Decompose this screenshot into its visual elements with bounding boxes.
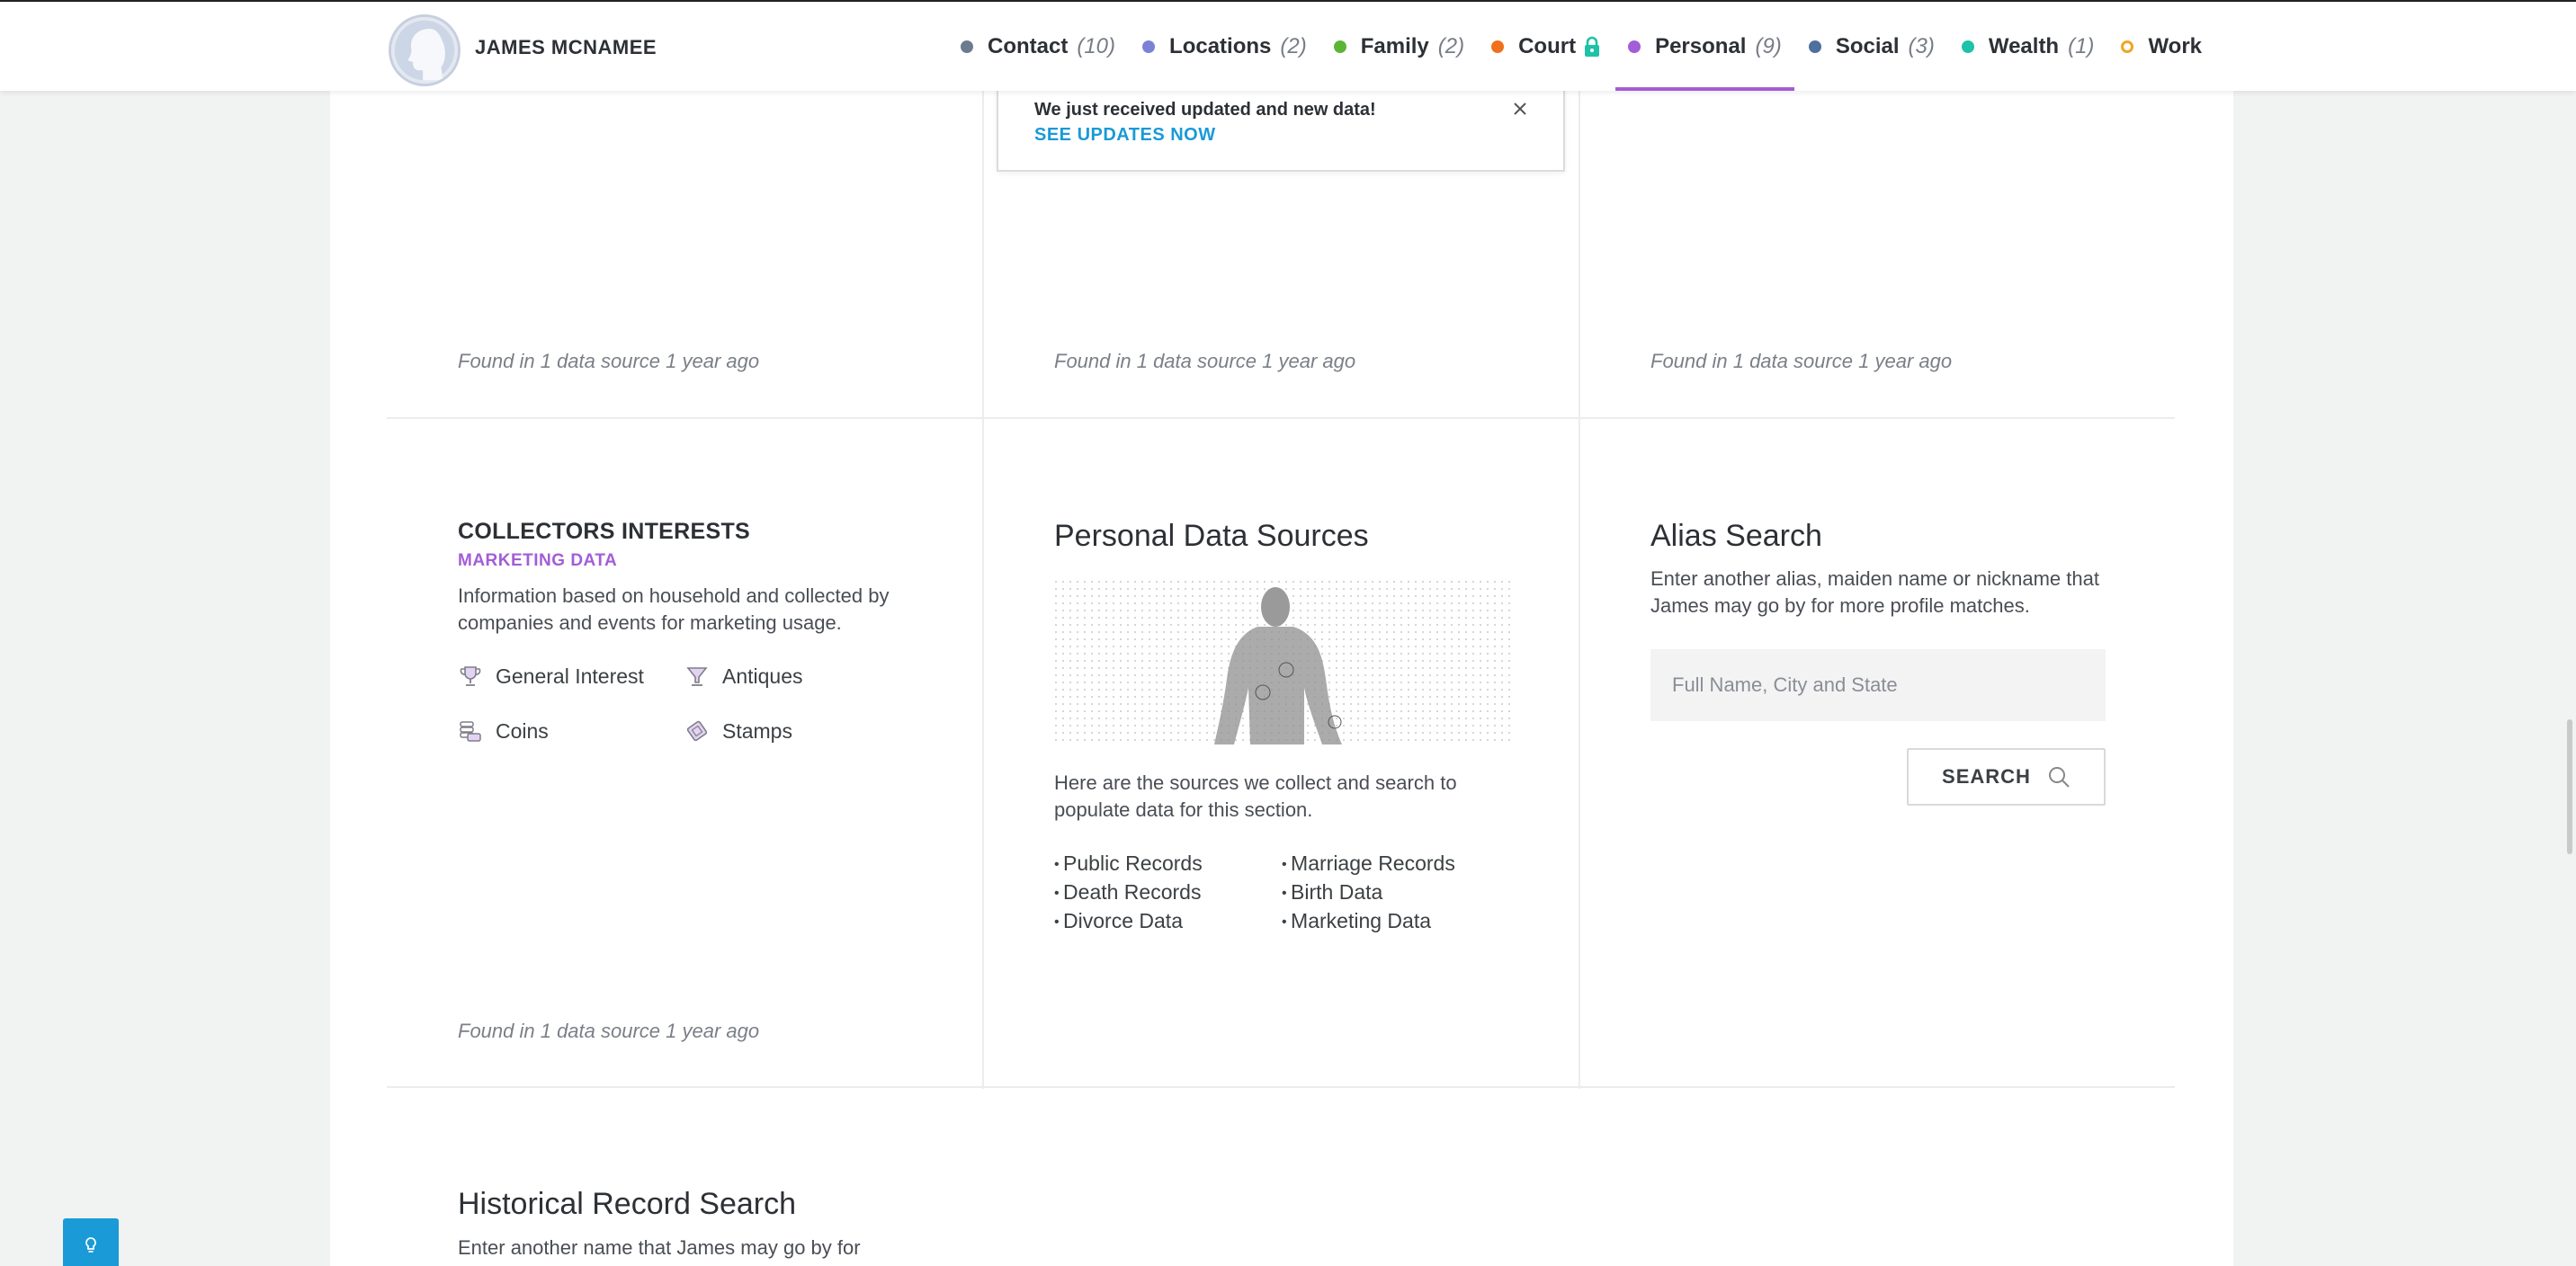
data-sources-title: Personal Data Sources: [1054, 519, 1369, 553]
alias-search-title: Alias Search: [1650, 519, 1822, 553]
close-icon[interactable]: [1509, 98, 1531, 120]
page-scrollbar[interactable]: [2567, 719, 2572, 854]
nav-contact[interactable]: Contact (10): [961, 2, 1115, 91]
profile-avatar: [389, 14, 461, 86]
social-dot-icon: [1808, 40, 1821, 53]
nav-social[interactable]: Social (3): [1808, 2, 1935, 91]
locations-dot-icon: [1142, 40, 1156, 53]
source-item: Birth Data: [1282, 878, 1455, 907]
notification-message: We just received updated and new data!: [1034, 100, 1376, 120]
nav-count: (9): [1755, 33, 1782, 58]
help-button[interactable]: [63, 1218, 119, 1266]
personal-dot-icon: [1628, 40, 1641, 53]
lightbulb-icon: [85, 1237, 96, 1253]
lock-icon: [1583, 36, 1601, 58]
historical-search-title: Historical Record Search: [458, 1187, 797, 1221]
nav-count: (1): [2068, 33, 2095, 58]
nav-label: Social: [1835, 33, 1900, 58]
source-item: Divorce Data: [1054, 907, 1203, 936]
source-item: Death Records: [1054, 878, 1203, 907]
source-item: Marriage Records: [1282, 850, 1455, 878]
alias-search-description: Enter another alias, maiden name or nick…: [1650, 567, 2099, 617]
found-in-source: Found in 1 data source 1 year ago: [1650, 350, 1953, 372]
nav-locations[interactable]: Locations (2): [1142, 2, 1307, 91]
search-icon: [2048, 767, 2070, 788]
nav-count: (10): [1077, 33, 1116, 58]
collectors-title: COLLECTORS INTERESTS: [458, 519, 751, 544]
nav-count: (3): [1908, 33, 1935, 58]
coins-icon: [460, 721, 481, 742]
stamp-icon: [686, 720, 708, 742]
historical-search-description: Enter another name that James may go by …: [458, 1236, 861, 1259]
found-in-source: Found in 1 data source 1 year ago: [1054, 350, 1356, 372]
sources-list-right: Marriage Records Birth Data Marketing Da…: [1282, 850, 1455, 936]
nav-family[interactable]: Family (2): [1333, 2, 1465, 91]
nav-court[interactable]: Court: [1491, 2, 1601, 91]
interest-stamps: Stamps: [684, 718, 792, 744]
sources-list-left: Public Records Death Records Divorce Dat…: [1054, 850, 1203, 936]
interest-label: Antiques: [722, 664, 803, 688]
family-dot-icon: [1333, 40, 1346, 53]
top-header: JAMES MCNAMEE Contact (10) Locations (2)…: [0, 0, 2576, 91]
interest-label: Stamps: [722, 718, 792, 743]
interest-label: Coins: [496, 718, 549, 743]
nav-count: (2): [1280, 33, 1307, 58]
data-sources-description: Here are the sources we collect and sear…: [1054, 771, 1457, 821]
wealth-dot-icon: [1961, 40, 1974, 53]
column-divider: [1579, 91, 1580, 1089]
nav-label: Contact: [988, 33, 1069, 58]
nav-label: Work: [2148, 33, 2203, 58]
nav-wealth[interactable]: Wealth (1): [1961, 2, 2095, 91]
see-updates-link[interactable]: SEE UPDATES NOW: [1034, 125, 1216, 146]
profile-name: JAMES MCNAMEE: [475, 36, 657, 58]
nav-label: Court: [1518, 33, 1577, 58]
nav-count: (2): [1437, 33, 1465, 58]
column-divider: [982, 91, 984, 1089]
source-item: Marketing Data: [1282, 907, 1455, 936]
collectors-subtitle: MARKETING DATA: [458, 551, 618, 570]
contact-dot-icon: [961, 40, 973, 53]
alias-search-input[interactable]: [1650, 649, 2106, 721]
nav-label: Wealth: [1988, 33, 2060, 58]
row-divider: [387, 417, 2175, 419]
collectors-description: Information based on household and colle…: [458, 584, 890, 634]
vase-icon: [686, 667, 708, 686]
search-button-label: SEARCH: [1942, 765, 2031, 788]
trophy-icon: [460, 666, 481, 686]
interest-general: General Interest: [458, 664, 644, 689]
court-dot-icon: [1491, 40, 1505, 53]
found-in-source: Found in 1 data source 1 year ago: [458, 350, 760, 372]
alias-search-button[interactable]: SEARCH: [1907, 748, 2106, 806]
interest-label: General Interest: [496, 664, 644, 688]
category-nav: Contact (10) Locations (2) Family (2) Co…: [961, 2, 2229, 91]
interest-antiques: Antiques: [684, 664, 803, 689]
nav-personal[interactable]: Personal (9): [1615, 2, 1794, 91]
found-in-source: Found in 1 data source 1 year ago: [458, 1020, 760, 1042]
source-item: Public Records: [1054, 850, 1203, 878]
nav-label: Family: [1360, 33, 1429, 58]
human-figure-illustration: [1054, 580, 1511, 744]
nav-label: Personal: [1655, 33, 1747, 58]
row-divider: [387, 1086, 2175, 1088]
interest-coins: Coins: [458, 718, 549, 744]
nav-label: Locations: [1169, 33, 1272, 58]
nav-work[interactable]: Work: [2121, 2, 2202, 91]
work-dot-icon: [2121, 40, 2134, 53]
